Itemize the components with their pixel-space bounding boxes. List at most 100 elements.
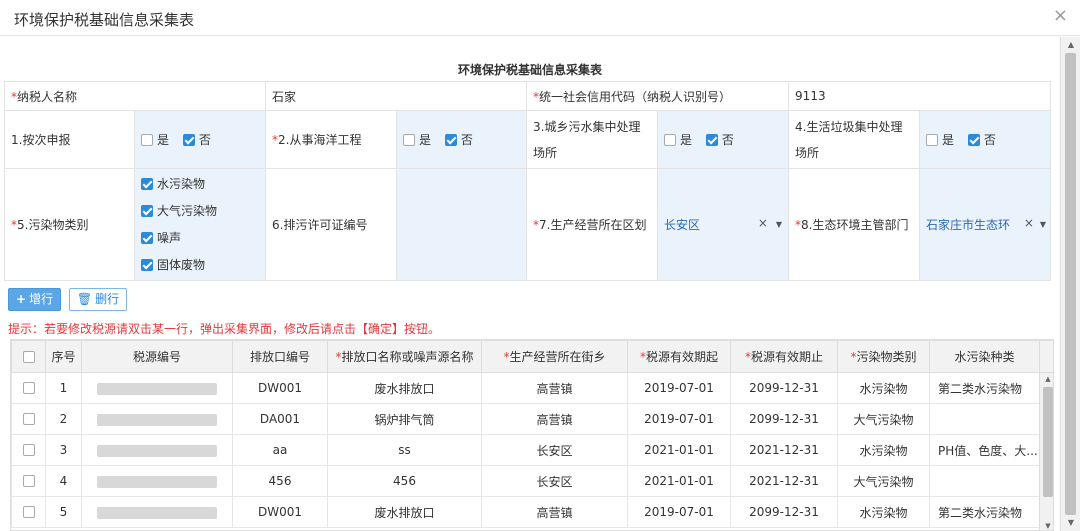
water-pollutant-kind [929, 465, 1040, 497]
dialog-scroll-thumb[interactable] [1065, 53, 1076, 515]
urban-sewage-label: 3.城乡污水集中处理场所 [526, 110, 659, 169]
district-select[interactable]: 长安区 × ▼ [657, 168, 790, 281]
row-select-cell[interactable] [11, 496, 46, 528]
pollutant-water[interactable]: 水污染物 [141, 171, 259, 198]
col-header: *排放口名称或噪声源名称 [327, 340, 482, 373]
row-number: 5 [45, 496, 82, 528]
dialog-content: 环境保护税基础信息采集表 *纳税人名称 石家 *统一社会信用代码（纳税人识别号）… [0, 37, 1060, 531]
valid-from: 2019-07-01 [627, 372, 731, 404]
valid-from: 2019-07-01 [627, 496, 731, 528]
checkbox-checked-icon[interactable] [705, 134, 718, 146]
outlet-id: aa [232, 434, 328, 466]
checkbox-icon[interactable] [403, 134, 416, 146]
clear-icon[interactable]: × [758, 216, 768, 230]
marine-no[interactable]: 否 [444, 131, 473, 148]
row-select-cell[interactable] [11, 465, 46, 497]
form-title: 环境保护税基础信息采集表 [457, 63, 602, 77]
table-row[interactable]: 1 DW001 废水排放口 高营镇 2019-07-01 2099-12-31 水污染物 第二… [11, 372, 1053, 404]
permit-input[interactable] [396, 168, 528, 281]
checkbox-checked-icon[interactable] [967, 134, 980, 146]
dialog-scrollbar[interactable]: ▲ ▼ [1060, 37, 1080, 531]
clear-icon[interactable]: × [1024, 216, 1034, 230]
valid-to: 2021-12-31 [730, 465, 838, 497]
env-dept-label: *8.生态环境主管部门 [788, 168, 921, 281]
chevron-down-icon[interactable]: ▼ [1040, 220, 1046, 229]
table-row[interactable]: 2 DA001 锅炉排气筒 高营镇 2019-07-01 2099-12-31 大气污染物 [11, 403, 1053, 435]
valid-to: 2099-12-31 [730, 403, 838, 435]
checkbox-icon[interactable] [22, 475, 35, 487]
checkbox-checked-icon[interactable] [141, 258, 153, 271]
water-pollutant-kind: PH值、色度、大... [929, 434, 1040, 466]
checkbox-checked-icon[interactable] [182, 134, 195, 146]
col-header: *税源有效期止 [730, 340, 838, 373]
garbage-options: 是 否 [919, 110, 1052, 169]
table-row[interactable]: 3 aa ss 长安区 2021-01-01 2021-12-31 水污染物 PH值、色度、大… [11, 434, 1053, 466]
table-scroll-thumb[interactable] [1043, 387, 1053, 497]
table-scrollbar[interactable]: ▲ ▼ [1039, 373, 1053, 530]
pollutant-type: 大气污染物 [837, 403, 930, 435]
env-dept-value: 石家庄市生态环 [926, 218, 1011, 232]
pollutant-noise[interactable]: 噪声 [141, 225, 259, 252]
scroll-down-icon[interactable]: ▼ [1040, 522, 1053, 530]
garbage-yes[interactable]: 是 [926, 131, 954, 148]
valid-from: 2019-07-01 [627, 403, 731, 435]
by-time-yes[interactable]: 是 [141, 131, 169, 148]
checkbox-checked-icon[interactable] [141, 231, 153, 244]
urban-sewage-yes[interactable]: 是 [664, 131, 692, 148]
checkbox-checked-icon[interactable] [141, 177, 153, 190]
row-number: 1 [45, 372, 82, 404]
close-icon[interactable]: × [1053, 7, 1068, 25]
street: 高营镇 [481, 496, 628, 528]
pollutant-solid[interactable]: 固体废物 [141, 252, 259, 279]
outlet-id: DA001 [232, 403, 328, 435]
valid-to: 2099-12-31 [730, 372, 838, 404]
row-select-cell[interactable] [11, 372, 46, 404]
checkbox-checked-icon[interactable] [141, 204, 153, 217]
checkbox-icon[interactable] [664, 134, 677, 146]
water-pollutant-kind: 第二类水污染物 [929, 372, 1040, 404]
marine-yes[interactable]: 是 [403, 131, 431, 148]
checkbox-icon[interactable] [22, 382, 35, 394]
trash-icon: 🗑 [76, 292, 93, 306]
urban-sewage-no[interactable]: 否 [705, 131, 734, 148]
col-header: *污染物类别 [837, 340, 930, 373]
checkbox-icon[interactable] [22, 506, 35, 518]
add-row-button[interactable]: + 增行 [8, 288, 62, 311]
env-dept-select[interactable]: 石家庄市生态环 × ▼ [919, 168, 1052, 281]
delete-row-button[interactable]: 🗑 删行 [68, 288, 128, 311]
row-select-cell[interactable] [11, 434, 46, 466]
row-number: 2 [45, 403, 82, 435]
pollutant-air[interactable]: 大气污染物 [141, 198, 259, 225]
row-select-cell[interactable] [11, 403, 46, 435]
checkbox-icon[interactable] [22, 413, 35, 425]
table-row[interactable]: 5 DW001 废水排放口 高营镇 2019-07-01 2099-12-31 水污染物 第二… [11, 496, 1053, 528]
outlet-id: 456 [232, 465, 328, 497]
district-label: *7.生产经营所在区划 [526, 168, 659, 281]
credit-code-value: 9113 [788, 81, 1052, 111]
checkbox-icon[interactable] [141, 134, 153, 146]
scroll-up-icon[interactable]: ▲ [1061, 37, 1080, 53]
scroll-down-icon[interactable]: ▼ [1061, 515, 1080, 531]
street: 高营镇 [481, 372, 628, 404]
credit-code-label: *统一社会信用代码（纳税人识别号） [526, 81, 790, 111]
marine-options: 是 否 [396, 110, 528, 169]
scroll-up-icon[interactable]: ▲ [1040, 375, 1053, 383]
dialog-titlebar: 环境保护税基础信息采集表 × [0, 0, 1080, 36]
table-header: 序号 税源编号 排放口编号 *排放口名称或噪声源名称 *生产经营所在街乡 *税源… [11, 340, 1053, 373]
valid-to: 2021-12-31 [730, 434, 838, 466]
checkbox-icon[interactable] [22, 444, 35, 456]
garbage-no[interactable]: 否 [967, 131, 996, 148]
by-time-no[interactable]: 否 [182, 131, 211, 148]
row-number: 3 [45, 434, 82, 466]
checkbox-icon[interactable] [926, 134, 939, 146]
permit-label: 6.排污许可证编号 [265, 168, 398, 281]
water-pollutant-kind [929, 403, 1040, 435]
checkbox-icon[interactable] [22, 350, 35, 363]
chevron-down-icon[interactable]: ▼ [776, 220, 782, 229]
tax-source-id-redacted [81, 403, 233, 435]
select-all-cell[interactable] [11, 340, 46, 373]
tax-source-id-redacted [81, 372, 233, 404]
table-row[interactable]: 4 456 456 长安区 2021-01-01 2021-12-31 大气污染物 [11, 465, 1053, 497]
col-header: 税源编号 [81, 340, 233, 373]
checkbox-checked-icon[interactable] [444, 134, 457, 146]
